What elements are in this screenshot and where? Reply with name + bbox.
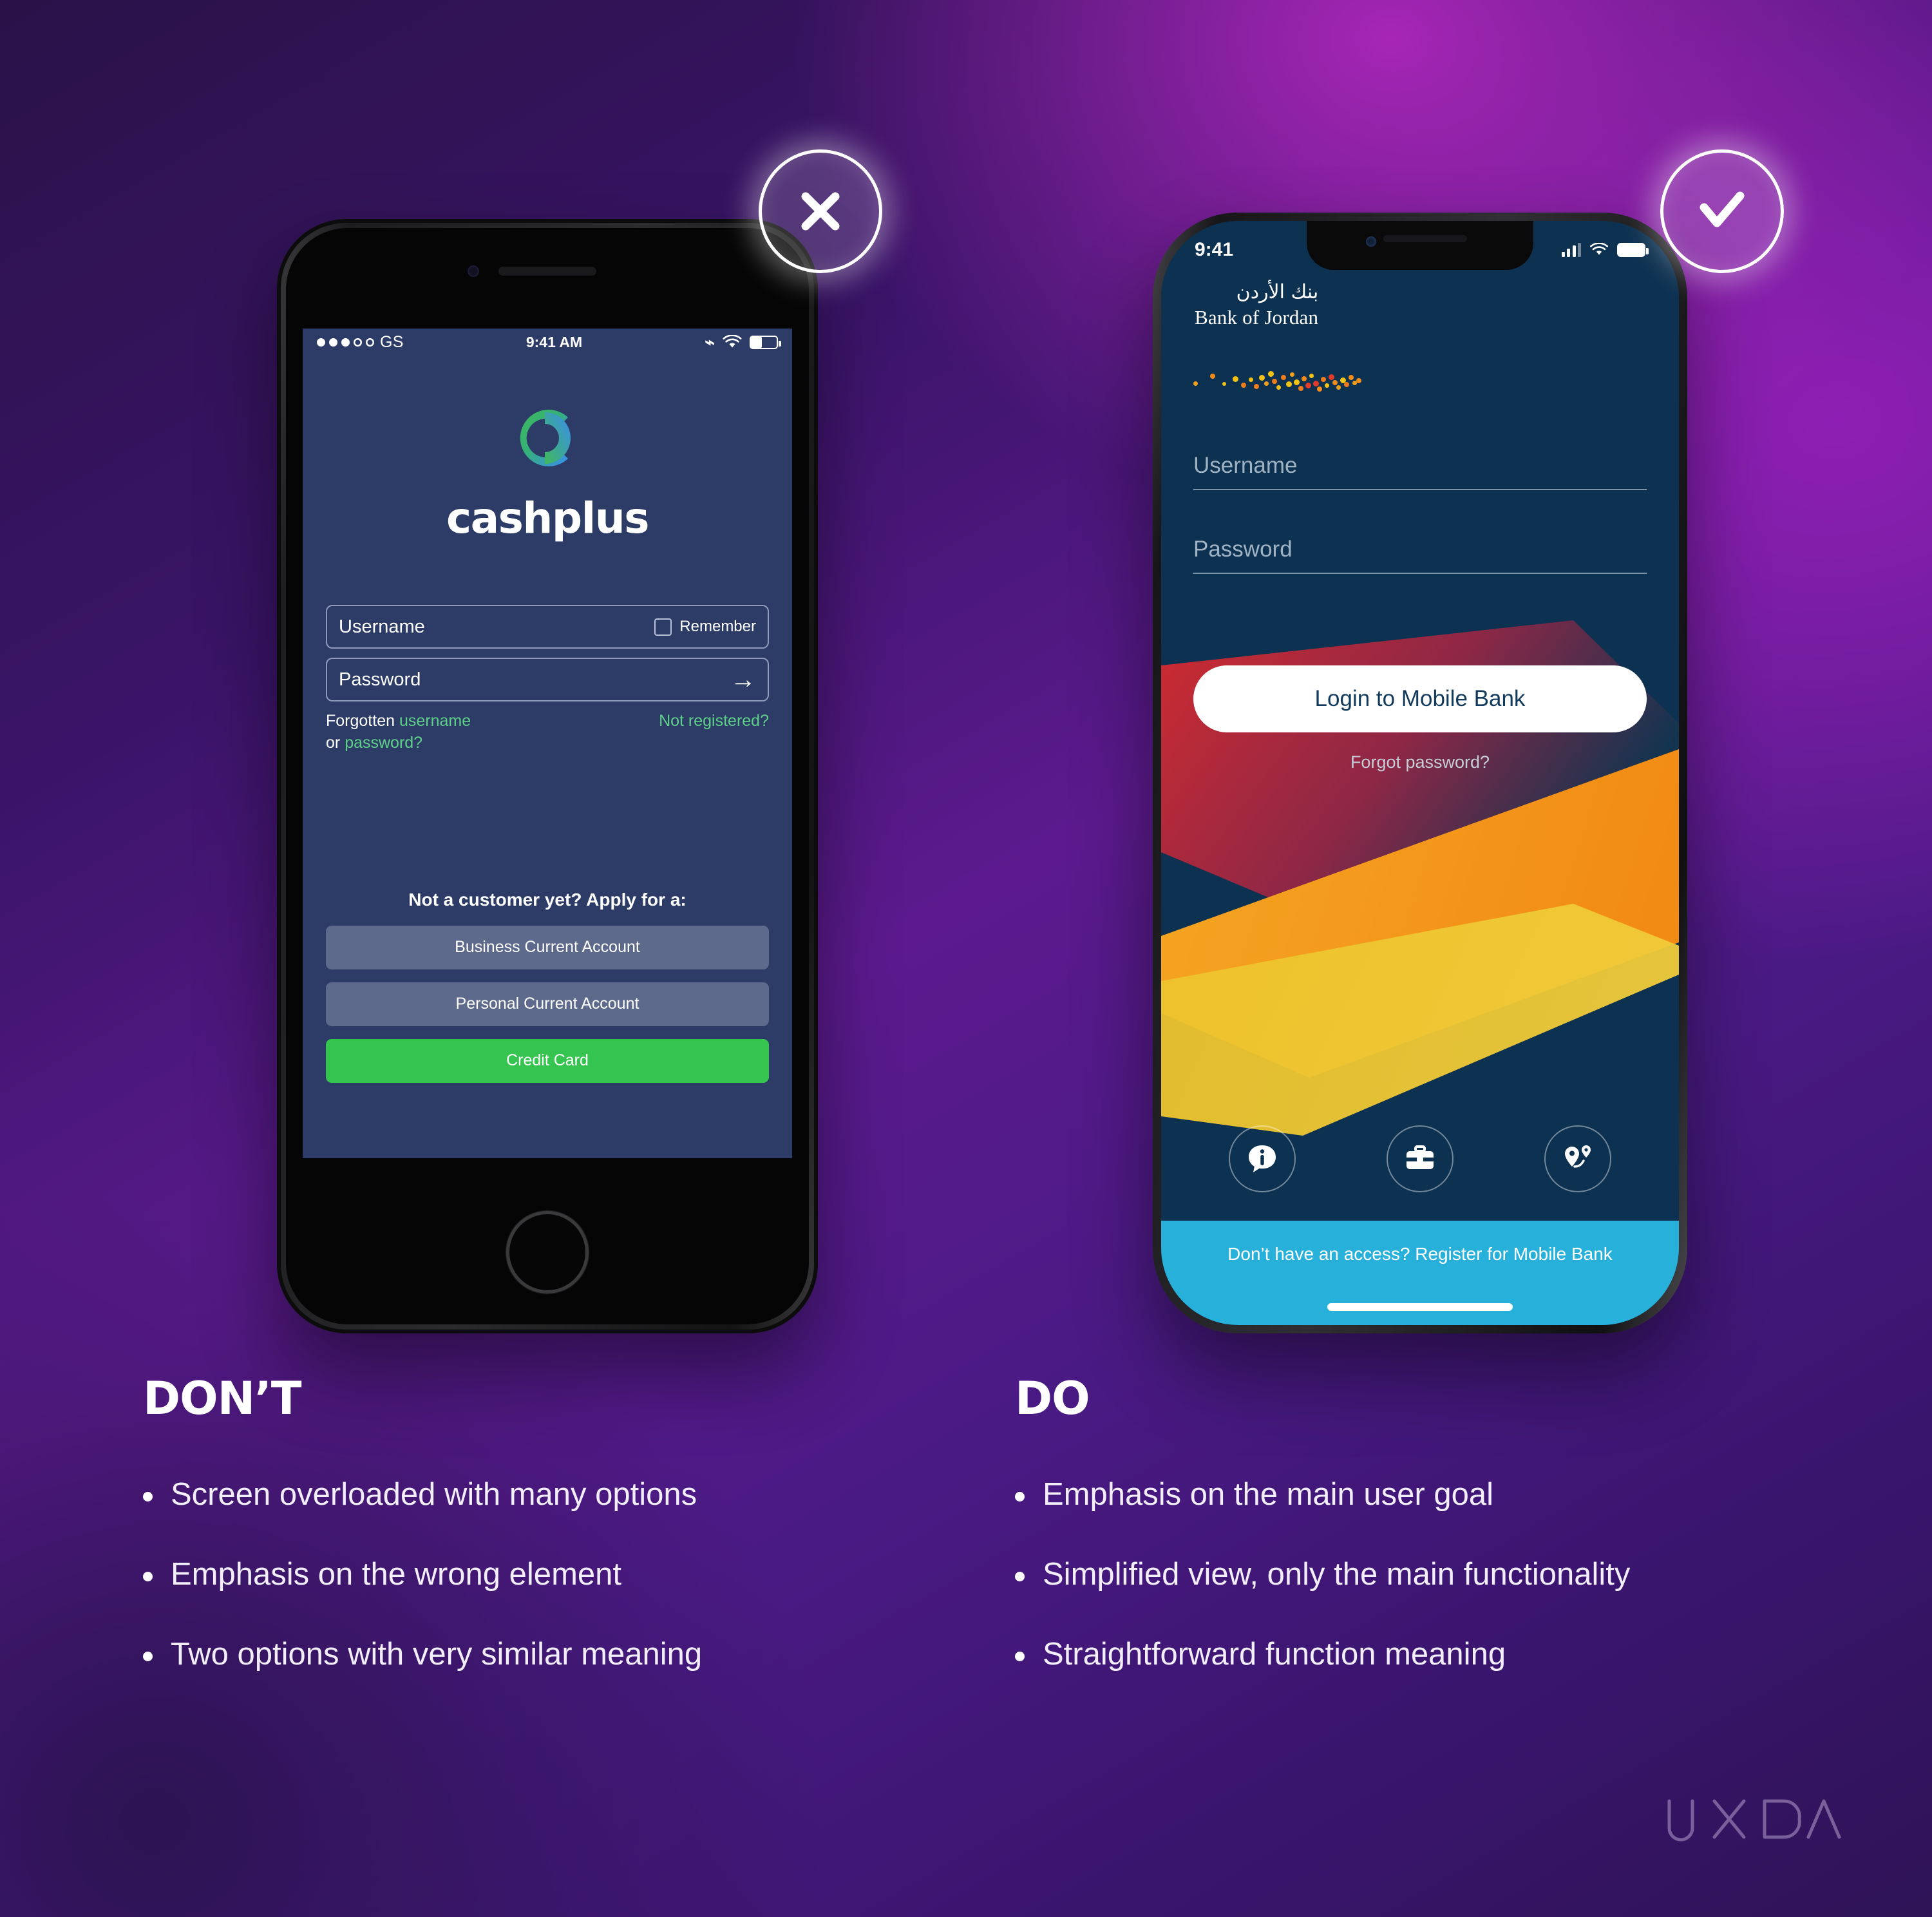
battery-icon (749, 335, 781, 349)
right-phone-device: 9:41 بنك الأردن Bank of Jordan Username … (1153, 213, 1687, 1333)
earpiece-speaker (498, 267, 596, 276)
not-registered-link[interactable]: Not registered? (659, 711, 769, 732)
battery-full-icon (1617, 243, 1649, 257)
list-item: Straightforward function meaning (1015, 1637, 1852, 1672)
front-camera-icon (468, 265, 479, 277)
left-status-bar: GS 9:41 AM ⌁ (303, 329, 792, 356)
phones-stage: GS 9:41 AM ⌁ cashplus Username Remember … (0, 0, 1932, 1366)
username-underline (1193, 489, 1647, 490)
arrow-right-icon[interactable]: → (730, 667, 756, 692)
forgot-prefix: Forgotten (326, 712, 399, 730)
do-list: Emphasis on the main user goal Simplifie… (1015, 1477, 1852, 1672)
cellular-bars-icon (1561, 243, 1581, 257)
dont-column: DON’T Screen overloaded with many option… (143, 1372, 980, 1717)
personal-current-account-button[interactable]: Personal Current Account (326, 982, 769, 1026)
dont-heading: DON’T (143, 1372, 302, 1425)
cashplus-wordmark: cashplus (446, 493, 650, 543)
bullet-icon (143, 1651, 153, 1661)
checkmark-icon (1700, 191, 1745, 227)
dont-point-2: Emphasis on the wrong element (171, 1556, 621, 1592)
bullet-icon (143, 1571, 153, 1581)
dont-point-3: Two options with very similar meaning (171, 1636, 703, 1672)
bullet-icon (1015, 1492, 1025, 1502)
home-button[interactable] (506, 1211, 589, 1293)
password-underline (1193, 573, 1647, 574)
list-item: Emphasis on the main user goal (1015, 1477, 1852, 1512)
do-point-3: Straightforward function meaning (1043, 1636, 1506, 1672)
apply-heading: Not a customer yet? Apply for a: (408, 889, 687, 910)
password-label: Password (1193, 537, 1293, 562)
bullet-icon (143, 1492, 153, 1502)
dot-pattern-logo-icon (1192, 359, 1405, 398)
cashplus-c-logo-icon (511, 402, 583, 474)
status-time: 9:41 (1195, 239, 1234, 260)
briefcase-icon[interactable] (1386, 1125, 1454, 1192)
close-x-icon (801, 192, 840, 231)
do-heading: DO (1015, 1372, 1090, 1425)
carrier-label: GS (380, 332, 404, 351)
business-current-account-button[interactable]: Business Current Account (326, 925, 769, 969)
uxda-wordmark-icon (1664, 1792, 1844, 1847)
forgot-middle: or (326, 733, 345, 752)
wifi-icon (723, 334, 742, 347)
do-badge (1660, 149, 1784, 273)
front-camera-icon (1366, 236, 1376, 247)
password-field[interactable]: Password (1193, 537, 1647, 574)
bank-of-jordan-app-screen: 9:41 بنك الأردن Bank of Jordan Username … (1161, 221, 1679, 1325)
wifi-icon (1589, 243, 1609, 255)
home-indicator[interactable] (1327, 1303, 1513, 1311)
dont-badge (759, 149, 882, 273)
apply-buttons: Business Current Account Personal Curren… (326, 925, 769, 1083)
map-pins-icon[interactable] (1544, 1125, 1612, 1192)
username-field[interactable]: Username Remember (326, 605, 769, 649)
list-item: Screen overloaded with many options (143, 1477, 980, 1512)
bullet-icon (1015, 1571, 1025, 1581)
credit-card-button[interactable]: Credit Card (326, 1038, 769, 1083)
forgot-username-link[interactable]: username (399, 712, 471, 730)
comparison-columns: DON’T Screen overloaded with many option… (0, 1372, 1932, 1733)
list-item: Simplified view, only the main functiona… (1015, 1556, 1852, 1592)
signal-dots-icon (317, 338, 374, 347)
forgot-password-link[interactable]: password? (345, 734, 422, 752)
bank-name-english: Bank of Jordan (1195, 306, 1319, 329)
info-chat-icon[interactable] (1228, 1125, 1296, 1192)
username-field[interactable]: Username (1193, 453, 1647, 490)
list-item: Emphasis on the wrong element (143, 1556, 980, 1592)
status-time: 9:41 AM (526, 333, 583, 350)
password-placeholder: Password (339, 669, 421, 690)
cashplus-app-screen: GS 9:41 AM ⌁ cashplus Username Remember … (303, 329, 792, 1158)
forgot-password-link[interactable]: Forgot password? (1161, 752, 1679, 772)
do-column: DO Emphasis on the main user goal Simpli… (1015, 1372, 1852, 1717)
bluetooth-icon: ⌁ (705, 332, 715, 352)
cashplus-help-links: Forgotten username or password? Not regi… (326, 711, 769, 754)
left-phone-glass: GS 9:41 AM ⌁ cashplus Username Remember … (286, 228, 809, 1324)
login-to-mobile-bank-button[interactable]: Login to Mobile Bank (1193, 665, 1647, 732)
quick-action-icons (1161, 1125, 1679, 1192)
do-point-1: Emphasis on the main user goal (1043, 1477, 1493, 1512)
earpiece-speaker (1383, 235, 1467, 242)
left-phone-device: GS 9:41 AM ⌁ cashplus Username Remember … (277, 219, 818, 1333)
bullet-icon (1015, 1651, 1025, 1661)
dont-point-1: Screen overloaded with many options (171, 1477, 697, 1512)
bank-name-arabic: بنك الأردن (1236, 281, 1319, 303)
username-label: Username (1193, 453, 1298, 478)
bank-login-form: Username Password (1193, 453, 1647, 620)
bank-of-jordan-logo: بنك الأردن Bank of Jordan (1195, 281, 1318, 329)
list-item: Two options with very similar meaning (143, 1637, 980, 1672)
checkbox-icon[interactable] (654, 618, 672, 636)
cashplus-logo: cashplus (303, 402, 792, 543)
dont-list: Screen overloaded with many options Emph… (143, 1477, 980, 1672)
username-placeholder: Username (339, 616, 425, 637)
do-point-2: Simplified view, only the main functiona… (1043, 1556, 1631, 1592)
password-field[interactable]: Password → (326, 658, 769, 701)
device-notch (1307, 221, 1533, 270)
remember-label: Remember (679, 618, 756, 635)
cashplus-login-form: Username Remember Password → Forgotten u… (326, 605, 769, 754)
remember-checkbox[interactable]: Remember (654, 618, 756, 636)
